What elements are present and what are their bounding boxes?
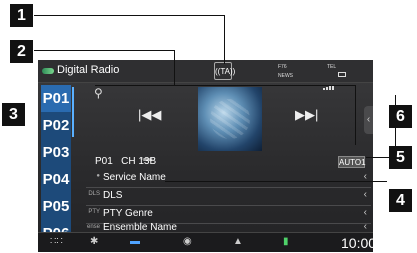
- callout-2-drop: [174, 50, 175, 85]
- status-header: Digital Radio ((TA)) F76 NEWS TEL: [38, 60, 373, 90]
- next-icon[interactable]: ▶▶|: [295, 107, 318, 123]
- channel-info: P01 CH 13B: [95, 156, 156, 167]
- radio-source-icon[interactable]: ▬: [130, 236, 140, 247]
- control-area: ⚲ |◀◀ ▶▶| ▫▬: [90, 85, 370, 163]
- navigation-icon[interactable]: ▲: [233, 236, 243, 247]
- channel-number: CH 13B: [121, 156, 157, 167]
- callout-5: 5: [389, 146, 412, 169]
- info-row-dls[interactable]: DLS DLS ‹: [86, 188, 371, 206]
- callout-6: 6: [389, 105, 412, 128]
- callout-4-line: [165, 181, 387, 182]
- callout-1-drop: [224, 15, 225, 64]
- battery-icon: [338, 72, 346, 77]
- preset-button-p03[interactable]: P03: [41, 139, 71, 166]
- preset-button-p02[interactable]: P02: [41, 112, 71, 139]
- status-f76: F76: [278, 64, 287, 70]
- callout-2-bracket-right: [355, 85, 356, 145]
- chevron-left-icon: ‹: [363, 221, 367, 232]
- pty-genre: PTY Genre: [103, 208, 153, 219]
- status-tel: TEL: [327, 64, 337, 70]
- callout-1: 1: [10, 4, 33, 27]
- callout-1-line: [34, 15, 224, 16]
- callout-2: 2: [10, 40, 33, 63]
- pty-icon: PTY: [88, 209, 100, 215]
- callout-2-bracket: [95, 85, 355, 86]
- channel-preset: P01: [95, 156, 113, 167]
- info-row-service[interactable]: ● Service Name ‹: [86, 170, 371, 188]
- previous-icon[interactable]: |◀◀: [138, 107, 161, 123]
- clock: 10:00: [341, 235, 373, 251]
- radio-screen: Digital Radio ((TA)) F76 NEWS TEL P01 P0…: [38, 60, 373, 252]
- artwork-texture: [210, 99, 250, 139]
- apps-grid-icon[interactable]: ∷∷: [50, 236, 63, 247]
- app-title: Digital Radio: [57, 64, 120, 76]
- search-icon[interactable]: ⚲: [94, 86, 103, 100]
- seek-mode-button[interactable]: AUTO1: [338, 156, 366, 168]
- service-name: Service Name: [103, 172, 166, 183]
- preset-list: P01 P02 P03 P04 P05 P06: [41, 85, 74, 248]
- preset-scroll-indicator: [72, 87, 74, 137]
- chevron-left-icon: ‹: [363, 189, 367, 200]
- settings-gear-icon[interactable]: ✱: [90, 236, 98, 247]
- camera-icon[interactable]: ◉: [183, 236, 192, 247]
- preset-button-p04[interactable]: P04: [41, 166, 71, 193]
- preset-button-p05[interactable]: P05: [41, 193, 71, 220]
- traffic-announcement-icon[interactable]: ((TA)): [214, 62, 235, 80]
- status-news: NEWS: [278, 73, 293, 79]
- dls-icon: DLS: [88, 191, 100, 197]
- service-icon: ●: [96, 173, 100, 179]
- ensemble-icon: ense: [86, 224, 100, 230]
- preset-button-p01[interactable]: P01: [41, 85, 71, 112]
- callout-3: 3: [2, 103, 25, 126]
- dls-text: DLS: [103, 190, 123, 201]
- phone-icon[interactable]: ▮: [283, 236, 289, 247]
- open-panel-tab[interactable]: ‹: [364, 106, 373, 134]
- chevron-left-icon: ‹: [363, 207, 367, 218]
- callout-2-line: [34, 50, 174, 51]
- callout-4: 4: [389, 189, 412, 212]
- digital-radio-icon: [42, 68, 54, 74]
- bottom-bar: ∷∷ ✱ ▬ ◉ ▲ ▮ 10:00: [38, 232, 373, 252]
